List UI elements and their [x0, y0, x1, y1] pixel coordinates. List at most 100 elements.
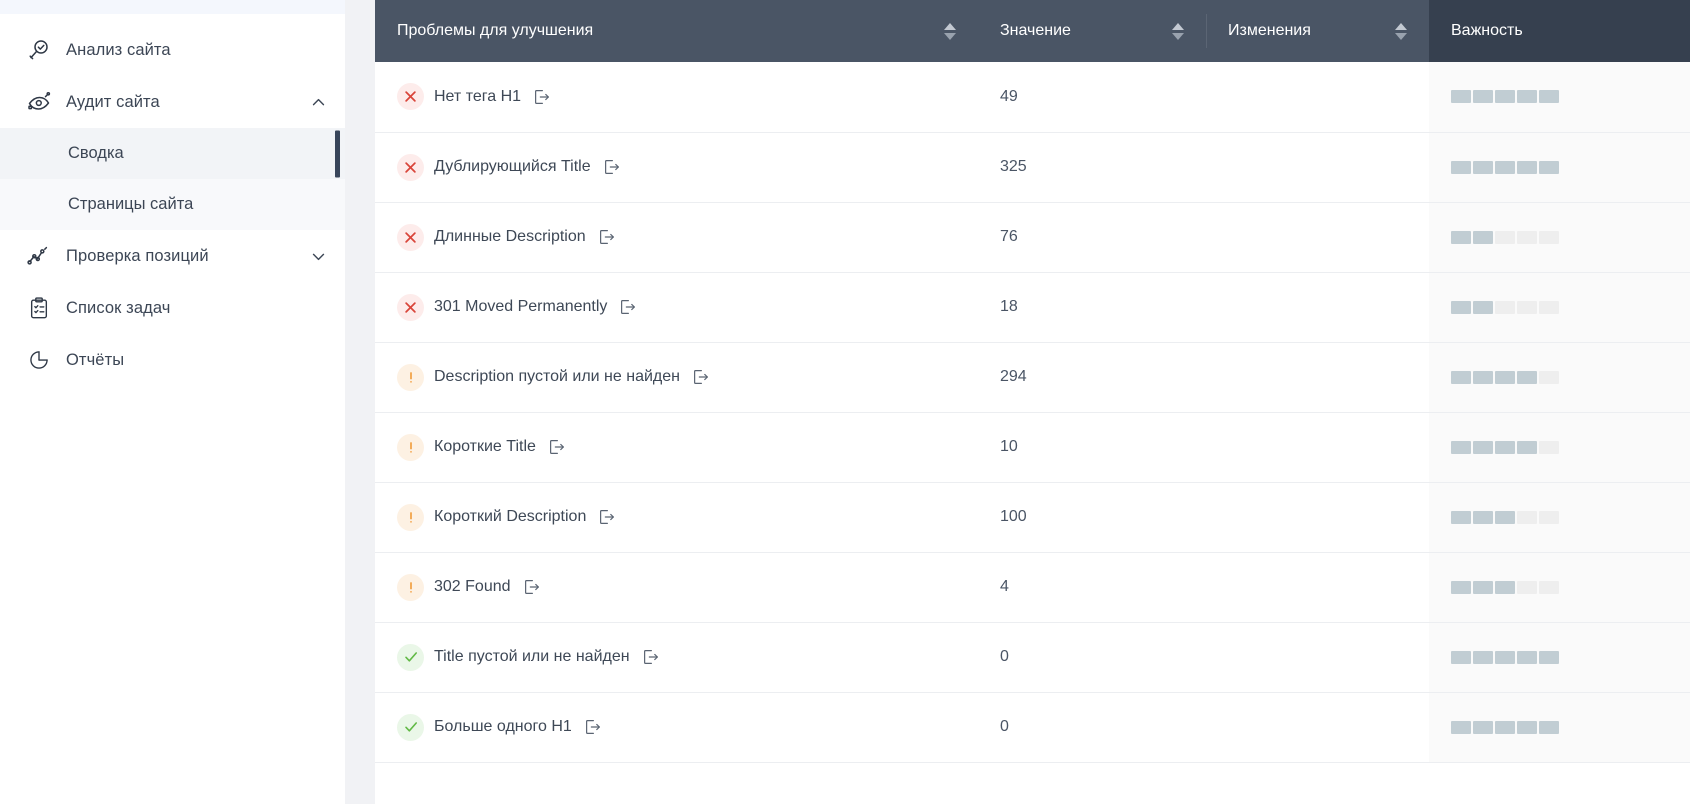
cross-icon [397, 83, 424, 111]
cell-problem: Title пустой или не найден [375, 622, 978, 693]
weight-segment [1451, 300, 1471, 314]
sidebar-item-site-pages[interactable]: Страницы сайта [0, 179, 345, 230]
chevron-down-icon[interactable] [309, 247, 327, 265]
weight-segment [1517, 580, 1537, 594]
weight-segment [1451, 720, 1471, 734]
weight-segment [1495, 440, 1515, 454]
value-text: 325 [1000, 158, 1027, 175]
weight-segment [1495, 230, 1515, 244]
value-text: 10 [1000, 438, 1018, 455]
sort-arrows-change[interactable] [1395, 22, 1407, 40]
column-header-value[interactable]: Значение [978, 0, 1206, 62]
table-row[interactable]: Title пустой или не найден 0 [375, 622, 1690, 693]
weight-segment [1451, 510, 1471, 524]
cell-weight [1429, 202, 1690, 273]
sidebar-item-site-audit[interactable]: Аудит сайта [0, 76, 345, 128]
column-header-label: Проблемы для улучшения [397, 22, 594, 39]
weight-segment [1495, 510, 1515, 524]
value-text: 294 [1000, 368, 1027, 385]
sidebar-item-label: Анализ сайта [66, 40, 171, 59]
column-header-label: Важность [1451, 22, 1523, 39]
table-row[interactable]: Больше одного H1 0 [375, 692, 1690, 763]
weight-segment [1539, 720, 1559, 734]
cell-problem: 302 Found [375, 552, 978, 623]
weight-segment [1517, 510, 1537, 524]
open-detail-icon[interactable] [523, 578, 541, 596]
cross-icon [397, 153, 424, 181]
cross-icon [397, 223, 424, 251]
weight-segment [1473, 440, 1493, 454]
table-row[interactable]: 301 Moved Permanently 18 [375, 272, 1690, 343]
weight-segment [1539, 440, 1559, 454]
sidebar-item-rank-tracking[interactable]: Проверка позиций [0, 230, 345, 282]
weight-segment [1451, 650, 1471, 664]
cell-change [1206, 132, 1429, 203]
weight-segment [1473, 90, 1493, 104]
sidebar-item-task-list[interactable]: Список задач [0, 282, 345, 334]
sort-arrows-problem[interactable] [944, 22, 956, 40]
column-header-label: Изменения [1228, 22, 1311, 39]
cell-problem: Больше одного H1 [375, 692, 978, 763]
open-detail-icon[interactable] [533, 88, 551, 106]
weight-segment [1451, 440, 1471, 454]
value-text: 49 [1000, 87, 1018, 105]
weight-segment [1539, 230, 1559, 244]
pie-chart-icon [26, 347, 52, 373]
cell-change [1206, 202, 1429, 273]
column-header-change[interactable]: Изменения [1206, 0, 1429, 62]
table-header: Проблемы для улучшения Значение Изменени… [375, 0, 1690, 62]
cross-icon [397, 293, 424, 321]
table-row[interactable]: Дублирующийся Title 325 [375, 132, 1690, 203]
open-detail-icon[interactable] [692, 368, 710, 386]
cell-value: 0 [978, 622, 1206, 693]
sort-arrows-value[interactable] [1172, 22, 1184, 40]
weight-segment [1517, 440, 1537, 454]
cell-value: 49 [978, 62, 1206, 133]
sidebar-item-label: Проверка позиций [66, 246, 209, 265]
open-detail-icon[interactable] [584, 718, 602, 736]
table-header-row: Проблемы для улучшения Значение Изменени… [375, 0, 1690, 62]
table-row[interactable]: Длинные Description 76 [375, 202, 1690, 273]
check-icon [397, 643, 424, 671]
cell-weight [1429, 272, 1690, 343]
open-detail-icon[interactable] [598, 508, 616, 526]
weight-segment [1517, 720, 1537, 734]
table-row[interactable]: Короткие Title 10 [375, 412, 1690, 483]
cell-change [1206, 272, 1429, 343]
cell-change [1206, 62, 1429, 133]
weight-segment [1517, 160, 1537, 174]
table-row[interactable]: 302 Found 4 [375, 552, 1690, 623]
open-detail-icon[interactable] [548, 438, 566, 456]
chevron-up-icon[interactable] [309, 93, 327, 111]
weight-segment [1451, 580, 1471, 594]
open-detail-icon[interactable] [598, 228, 616, 246]
open-detail-icon[interactable] [603, 158, 621, 176]
clipboard-list-icon [26, 295, 52, 321]
value-text: 100 [1000, 508, 1027, 525]
sidebar-item-summary[interactable]: Сводка [0, 128, 345, 179]
sidebar-item-reports[interactable]: Отчёты [0, 334, 345, 386]
table-row[interactable]: Короткий Description 100 [375, 482, 1690, 553]
value-text: 0 [1000, 648, 1009, 665]
problem-label: Title пустой или не найден [434, 648, 630, 665]
cell-change [1206, 342, 1429, 413]
exclamation-icon [397, 433, 424, 461]
cell-problem: Description пустой или не найден [375, 342, 978, 413]
table-row[interactable]: Description пустой или не найден 294 [375, 342, 1690, 413]
table-row[interactable]: Нет тега H1 49 [375, 62, 1690, 133]
weight-segment [1473, 370, 1493, 384]
open-detail-icon[interactable] [619, 298, 637, 316]
column-header-problem[interactable]: Проблемы для улучшения [375, 0, 978, 62]
importance-bar [1451, 580, 1668, 594]
open-detail-icon[interactable] [642, 648, 660, 666]
sidebar-item-site-analysis[interactable]: Анализ сайта [0, 24, 345, 76]
weight-segment [1495, 90, 1515, 104]
cell-change [1206, 552, 1429, 623]
cell-change [1206, 482, 1429, 553]
cell-value: 4 [978, 552, 1206, 623]
value-text: 76 [1000, 228, 1018, 245]
weight-segment [1517, 650, 1537, 664]
exclamation-icon [397, 503, 424, 531]
problem-label: Больше одного H1 [434, 718, 572, 735]
cell-weight [1429, 412, 1690, 483]
